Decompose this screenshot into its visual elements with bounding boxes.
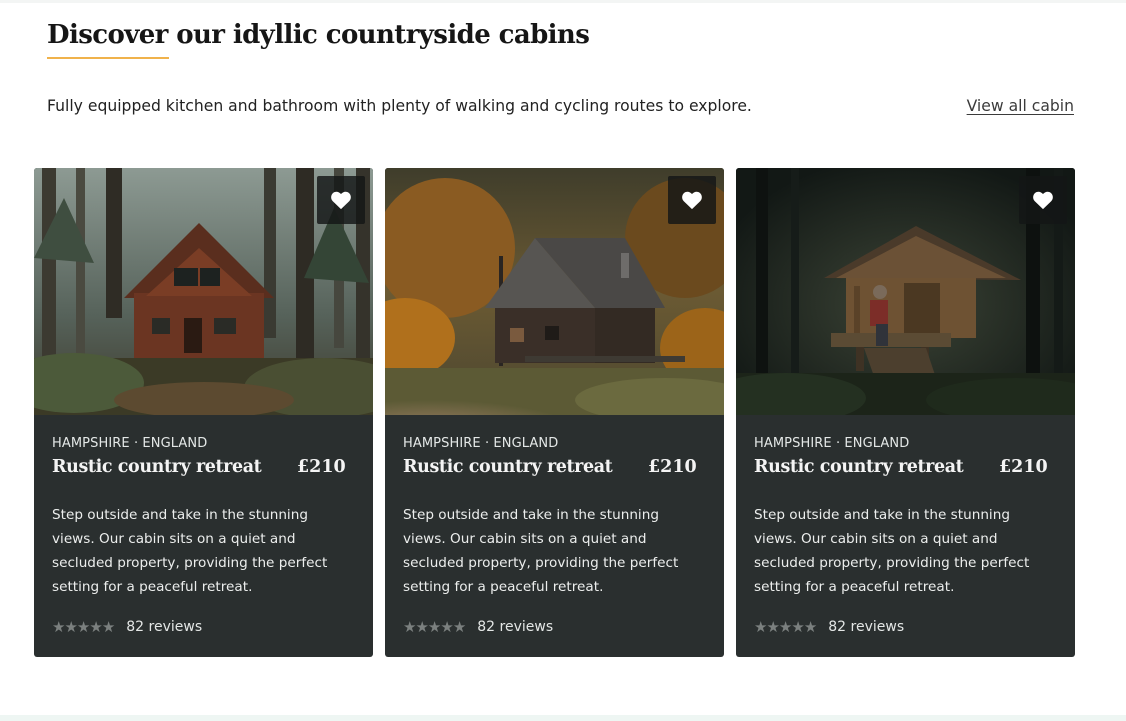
title-underline bbox=[47, 57, 169, 59]
star-icon: ★ bbox=[427, 617, 441, 636]
top-divider bbox=[0, 0, 1126, 3]
bottom-divider bbox=[0, 715, 1126, 721]
cabin-description: Step outside and take in the stunning vi… bbox=[754, 507, 1030, 595]
cabin-title: Rustic country retreat bbox=[403, 457, 613, 477]
cabin-price: £210 bbox=[297, 457, 346, 477]
review-count: 82 reviews bbox=[126, 619, 203, 635]
cabin-description: Step outside and take in the stunning vi… bbox=[403, 507, 679, 595]
cabin-card[interactable]: HAMPSHIRE · ENGLAND Rustic country retre… bbox=[736, 168, 1075, 657]
favorite-button[interactable] bbox=[317, 176, 365, 224]
star-icon: ★ bbox=[754, 617, 767, 636]
cabin-title: Rustic country retreat bbox=[52, 457, 262, 477]
rating: ★ ★ ★ ★ ★ 82 reviews bbox=[52, 619, 202, 635]
section-intro: Fully equipped kitchen and bathroom with… bbox=[47, 97, 752, 115]
section-title: Discover our idyllic countryside cabins bbox=[47, 20, 590, 50]
star-icon: ★ bbox=[415, 617, 428, 636]
star-icon: ★ bbox=[452, 617, 466, 636]
star-icon: ★ bbox=[76, 617, 90, 636]
review-count: 82 reviews bbox=[828, 619, 905, 635]
heart-icon bbox=[331, 191, 351, 210]
favorite-button[interactable] bbox=[1019, 176, 1067, 224]
cabin-title: Rustic country retreat bbox=[754, 457, 964, 477]
cabin-location: HAMPSHIRE · ENGLAND bbox=[403, 436, 559, 451]
star-icon: ★ bbox=[766, 617, 779, 636]
cabin-price: £210 bbox=[999, 457, 1048, 477]
star-icon: ★ bbox=[52, 617, 65, 636]
star-icon: ★ bbox=[89, 617, 102, 636]
cabin-description: Step outside and take in the stunning vi… bbox=[52, 507, 328, 595]
review-count: 82 reviews bbox=[477, 619, 554, 635]
star-rating: ★ ★ ★ ★ ★ bbox=[403, 617, 466, 636]
star-icon: ★ bbox=[778, 617, 792, 636]
star-icon: ★ bbox=[64, 617, 77, 636]
cabin-location: HAMPSHIRE · ENGLAND bbox=[52, 436, 208, 451]
star-rating: ★ ★ ★ ★ ★ bbox=[52, 617, 115, 636]
rating: ★ ★ ★ ★ ★ 82 reviews bbox=[403, 619, 553, 635]
star-icon: ★ bbox=[440, 617, 453, 636]
cabin-price: £210 bbox=[648, 457, 697, 477]
favorite-button[interactable] bbox=[668, 176, 716, 224]
star-rating: ★ ★ ★ ★ ★ bbox=[754, 617, 817, 636]
heart-icon bbox=[682, 191, 702, 210]
cabin-location: HAMPSHIRE · ENGLAND bbox=[754, 436, 910, 451]
star-icon: ★ bbox=[791, 617, 804, 636]
cabin-card[interactable]: HAMPSHIRE · ENGLAND Rustic country retre… bbox=[34, 168, 373, 657]
star-icon: ★ bbox=[803, 617, 817, 636]
rating: ★ ★ ★ ★ ★ 82 reviews bbox=[754, 619, 904, 635]
cabin-card[interactable]: HAMPSHIRE · ENGLAND Rustic country retre… bbox=[385, 168, 724, 657]
view-all-cabins-link[interactable]: View all cabin bbox=[967, 97, 1074, 115]
star-icon: ★ bbox=[403, 617, 416, 636]
star-icon: ★ bbox=[101, 617, 115, 636]
heart-icon bbox=[1033, 191, 1053, 210]
